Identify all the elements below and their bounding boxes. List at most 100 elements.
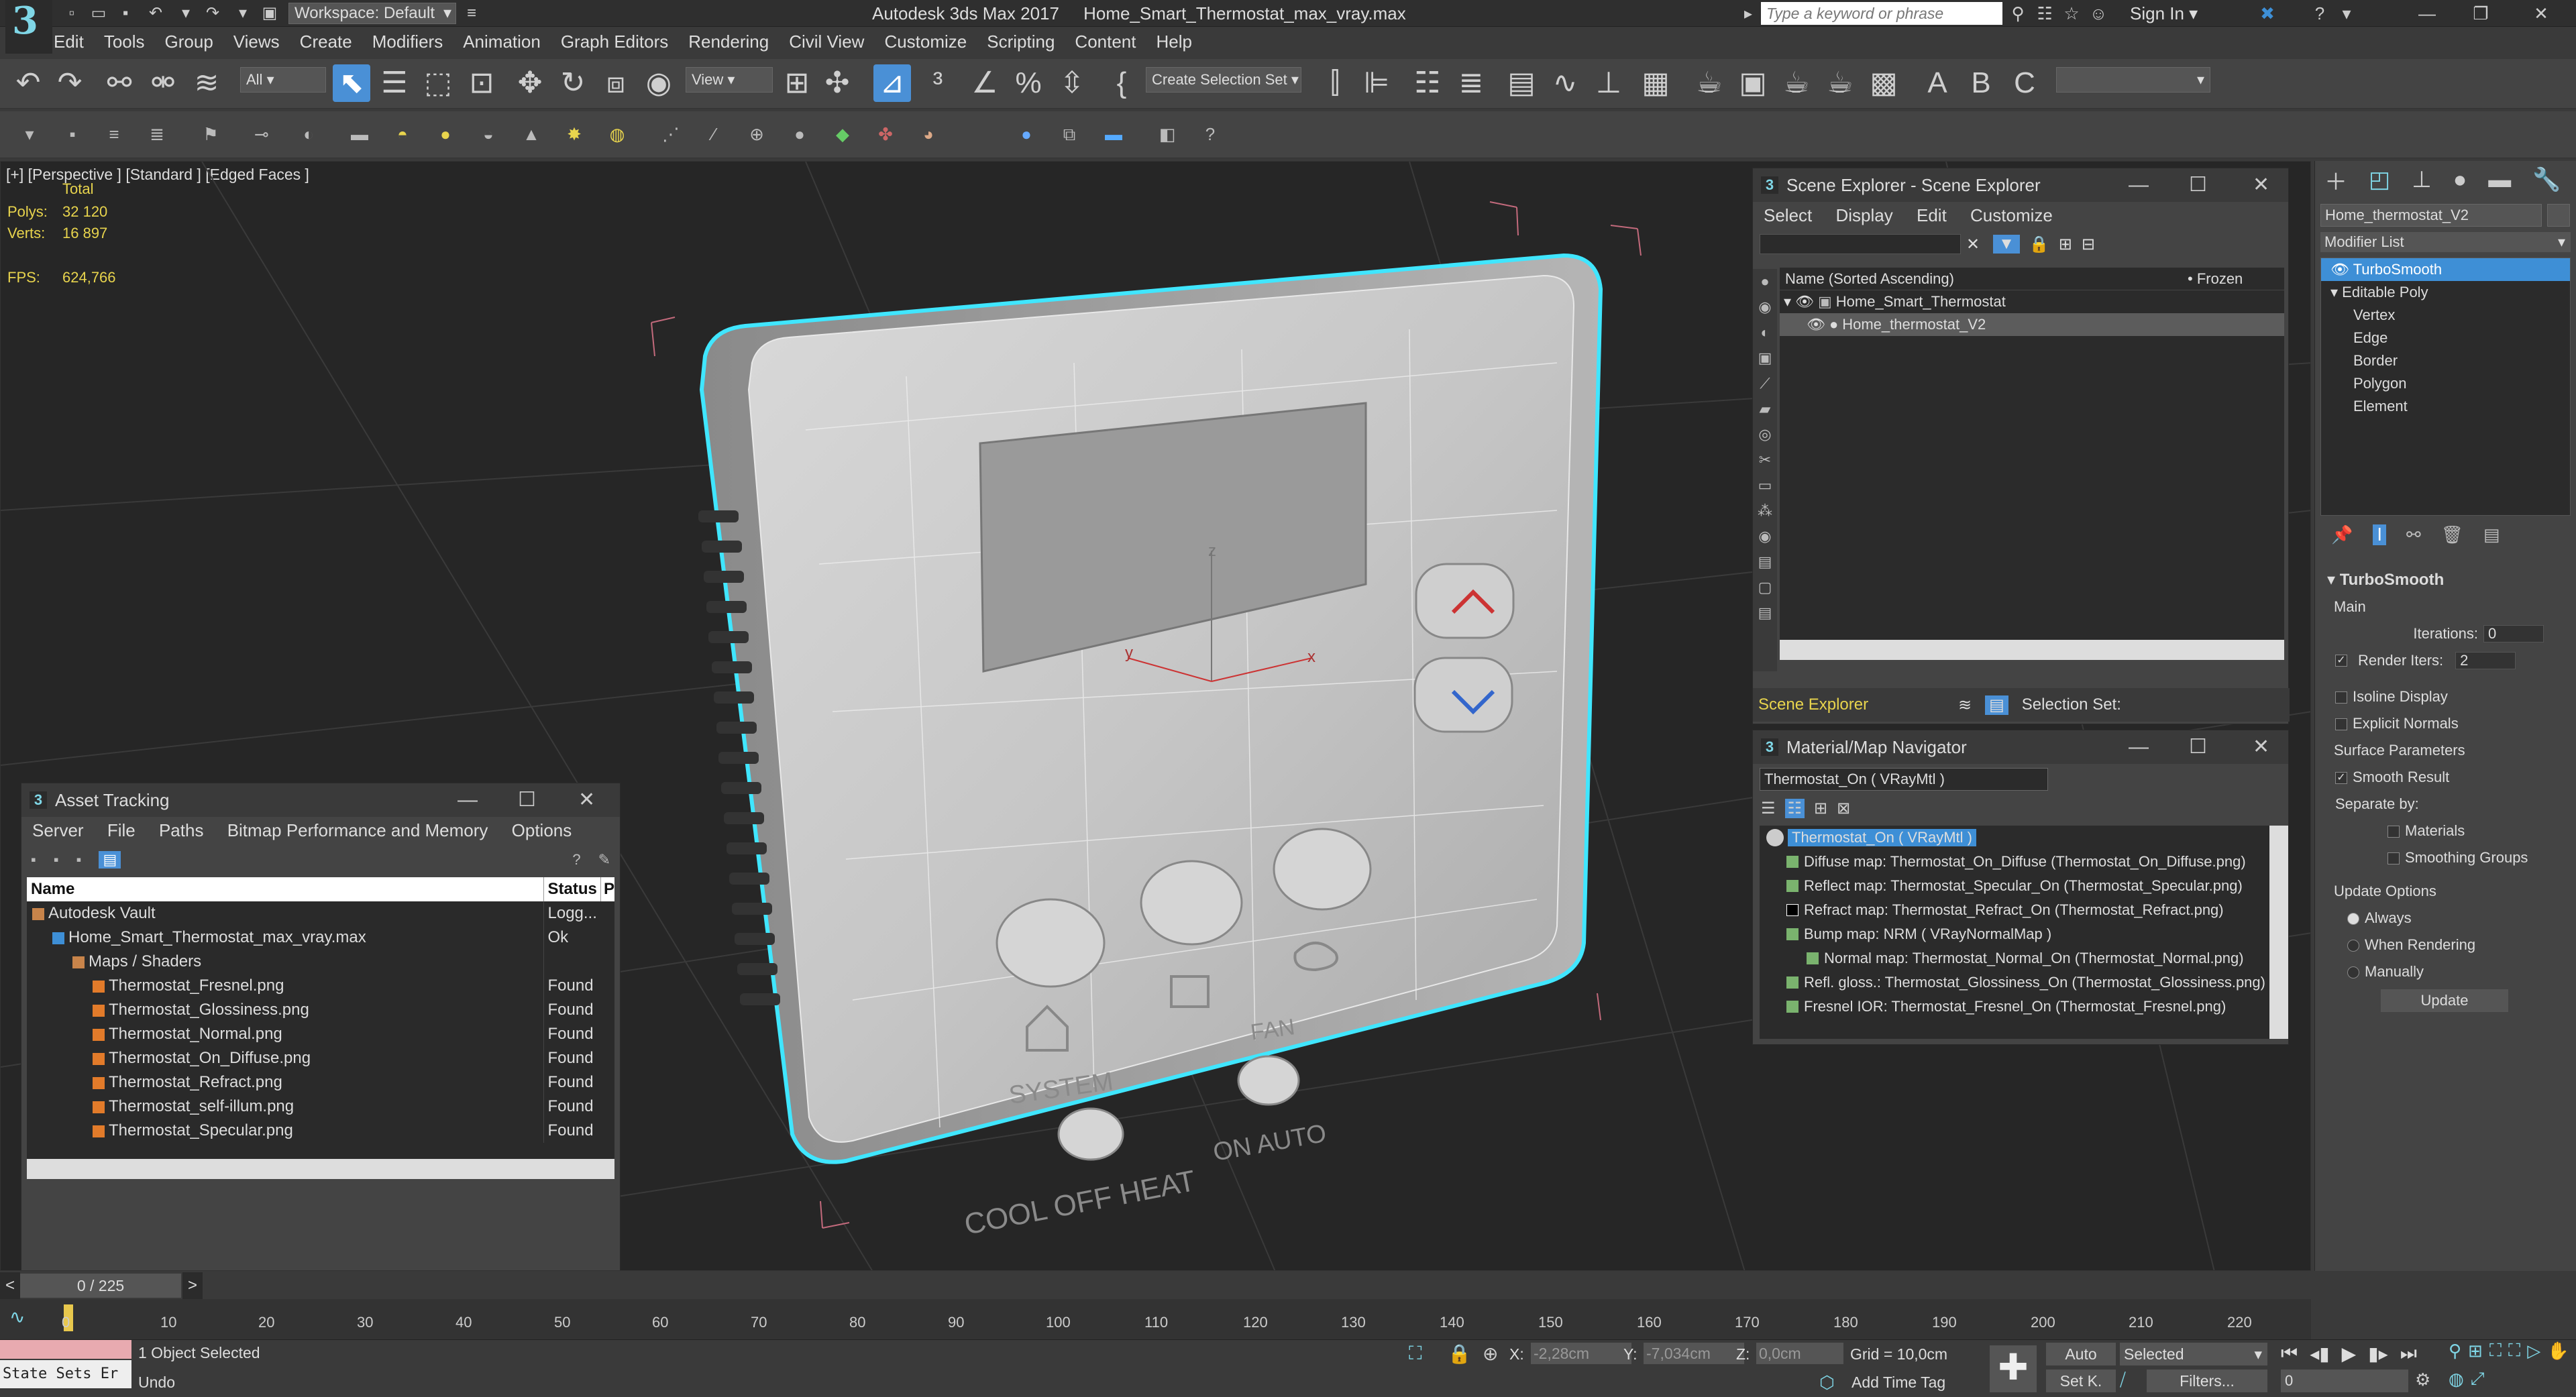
link-icon[interactable]: ⚯ [101, 64, 138, 102]
spinner-snap-icon[interactable]: ⇳ [1053, 64, 1091, 102]
menu-tools[interactable]: Tools [104, 28, 145, 55]
select-manipulate-icon[interactable]: ✣ [818, 64, 856, 102]
close-icon[interactable]: ✕ [578, 783, 595, 817]
restore-window-icon[interactable]: ❐ [2469, 3, 2493, 24]
view-details-icon[interactable]: ▪ [54, 851, 59, 869]
orbit-icon[interactable]: ◍ [2449, 1369, 2464, 1390]
angle-snap-icon[interactable]: ∠ [966, 64, 1004, 102]
save-icon[interactable]: ▪ [114, 3, 137, 24]
vray-list2-icon[interactable]: ≣ [144, 121, 170, 148]
material-name-field[interactable]: Thermostat_On ( VRayMtl ) [1760, 768, 2048, 791]
time-slider-thumb[interactable]: 0 / 225 [20, 1274, 181, 1298]
expand-icon[interactable]: ▾ [1784, 293, 1791, 311]
selection-filter-dropdown[interactable]: All ▾ [240, 67, 326, 93]
reference-coordinate-dropdown[interactable]: View ▾ [686, 67, 773, 93]
place-icon[interactable]: ◉ [640, 64, 678, 102]
iterations-spinner[interactable]: 0 [2483, 625, 2544, 642]
material-map-row[interactable]: Bump map: NRM ( VRayNormalMap ) [1760, 922, 2269, 946]
render-iters-checkbox[interactable]: ✓ [2335, 655, 2347, 667]
rectangular-selection-icon[interactable]: ⬚ [419, 64, 457, 102]
hierarchy-icon[interactable]: ⊞ [2059, 235, 2072, 254]
modifier-list-dropdown[interactable]: Modifier List ▾ [2320, 232, 2571, 252]
pin-stack-icon[interactable]: 📌 [2331, 524, 2353, 545]
new-file-icon[interactable]: ▫ [60, 3, 83, 24]
z-coordinate-field[interactable]: 0,0cm [1756, 1343, 1843, 1364]
eye-icon[interactable]: 👁 [2330, 261, 2353, 278]
asset-tracking-titlebar[interactable]: 3 Asset Tracking — ☐ ✕ [21, 783, 620, 817]
vray-ambient-light-icon[interactable]: ◍ [604, 121, 631, 148]
vray-list-icon[interactable]: ≡ [101, 121, 127, 148]
display-filter-icons[interactable]: ● ◉ ◐ ▣ ⟋ ▰ ◎ ✂ ▭ ⁂ ◉ ▤ ▢ ▤ [1753, 269, 1777, 626]
render-iters-spinner[interactable]: 2 [2455, 652, 2516, 669]
thermostat-model[interactable]: SYSTEM FAN ON AUTO COOL OFF HEAT [698, 253, 1603, 1241]
menu-display[interactable]: Display [1836, 205, 1893, 225]
material-navigator-titlebar[interactable]: 3 Material/Map Navigator — ☐ ✕ [1753, 730, 2288, 764]
menu-server[interactable]: Server [32, 820, 84, 840]
expand-icon[interactable]: ▾ [2330, 284, 2342, 300]
material-map-row[interactable]: Diffuse map: Thermostat_On_Diffuse (Ther… [1760, 850, 2269, 874]
vray-dome-light-icon[interactable]: ◓ [389, 121, 416, 148]
isoline-checkbox[interactable] [2335, 691, 2347, 704]
redo-icon[interactable]: ↷ [201, 3, 224, 24]
scale-icon[interactable]: ⧈ [597, 64, 635, 102]
asset-row[interactable]: Thermostat_self-illum.png Found [27, 1095, 614, 1119]
toggle-ribbon-icon[interactable]: ▤ [1503, 64, 1540, 102]
menu-scripting[interactable]: Scripting [987, 28, 1055, 55]
redo-icon[interactable]: ↷ [51, 64, 89, 102]
toggle-scene-explorer-icon[interactable]: ☷ [1409, 64, 1446, 102]
user-icon[interactable]: ☺ [2086, 3, 2110, 24]
view-tree-icon[interactable]: ▪ [76, 851, 82, 869]
material-map-row[interactable]: Normal map: Thermostat_Normal_On (Thermo… [1760, 946, 2269, 970]
absolute-mode-icon[interactable]: ⊕ [1483, 1343, 1498, 1365]
keyboard-shortcut-override-icon[interactable]: ⊿ [873, 64, 911, 102]
sign-in-button[interactable]: Sign In ▾ [2130, 0, 2198, 27]
maximize-icon[interactable]: ☐ [518, 783, 536, 817]
hierarchy-tab-icon[interactable]: ⊥ [2412, 166, 2432, 193]
view-large-icons-icon[interactable]: ⊠ [1837, 799, 1850, 818]
previous-frame-icon[interactable]: ◂▮ [2310, 1343, 2329, 1365]
menu-select[interactable]: Select [1764, 205, 1812, 225]
vray-bitmap-converter-icon[interactable]: ▬ [1100, 121, 1127, 148]
scene-row-parent[interactable]: ▾ 👁 ▣ Home_Smart_Thermostat [1780, 290, 2284, 313]
asset-row[interactable]: Thermostat_Specular.png Found [27, 1119, 614, 1143]
vray-sphere-icon[interactable]: ● [786, 121, 813, 148]
menu-options[interactable]: Options [512, 820, 572, 840]
lock-icon[interactable]: 🔒 [2029, 235, 2049, 254]
vray-sphere-light-icon[interactable]: ● [432, 121, 459, 148]
vray-physical-camera-icon[interactable]: ◕ [915, 121, 942, 148]
asset-row[interactable]: Thermostat_On_Diffuse.png Found [27, 1046, 614, 1070]
menu-animation[interactable]: Animation [463, 28, 541, 55]
configure-modifier-sets-icon[interactable]: ▤ [2483, 524, 2500, 545]
create-tab-icon[interactable]: ＋ [2324, 164, 2347, 197]
key-filters-button[interactable]: Filters... [2147, 1370, 2267, 1392]
select-object-icon[interactable]: ⬉ [333, 64, 370, 102]
menu-edit[interactable]: Edit [54, 28, 84, 55]
material-vertical-scrollbar[interactable] [2269, 826, 2288, 1039]
scene-horizontal-scrollbar[interactable] [1780, 640, 2284, 660]
maxscript-listener-mini[interactable] [0, 1340, 131, 1359]
asset-row[interactable]: Maps / Shaders [27, 950, 614, 974]
material-map-row[interactable]: Reflect map: Thermostat_Specular_On (The… [1760, 874, 2269, 898]
open-file-icon[interactable]: ▭ [87, 3, 110, 24]
zoom-icon[interactable]: ⚲ [2449, 1341, 2461, 1361]
snaps-toggle-icon[interactable]: ³ [919, 64, 957, 102]
motion-tab-icon[interactable]: ● [2453, 167, 2467, 193]
mirror-icon[interactable]: ⫿ [1316, 64, 1354, 102]
menu-views[interactable]: Views [233, 28, 280, 55]
menu-edit[interactable]: Edit [1917, 205, 1947, 225]
help-dropdown-icon[interactable]: ▾ [2334, 3, 2359, 24]
col-p[interactable]: P [600, 877, 614, 901]
modifier-stack-item[interactable]: Vertex [2321, 304, 2570, 327]
view-list-icons-icon[interactable]: ☷ [1784, 798, 1805, 818]
unlink-icon[interactable]: ⚮ [144, 64, 182, 102]
scene-row-child[interactable]: 👁 ● Home_thermostat_V2 [1780, 313, 2284, 336]
menu-bitmap-performance[interactable]: Bitmap Performance and Memory [227, 820, 488, 840]
minimize-icon[interactable]: — [2129, 168, 2149, 202]
vray-plane-light-icon[interactable]: ▬ [346, 121, 373, 148]
state-sets-button[interactable]: State Sets Er [0, 1360, 131, 1388]
menu-customize[interactable]: Customize [884, 28, 967, 55]
asset-row[interactable]: Thermostat_Refract.png Found [27, 1070, 614, 1095]
show-end-result-icon[interactable]: Ⅰ [2373, 524, 2387, 545]
menu-graph-editors[interactable]: Graph Editors [561, 28, 668, 55]
smooth-result-checkbox[interactable]: ✓ [2335, 772, 2347, 785]
